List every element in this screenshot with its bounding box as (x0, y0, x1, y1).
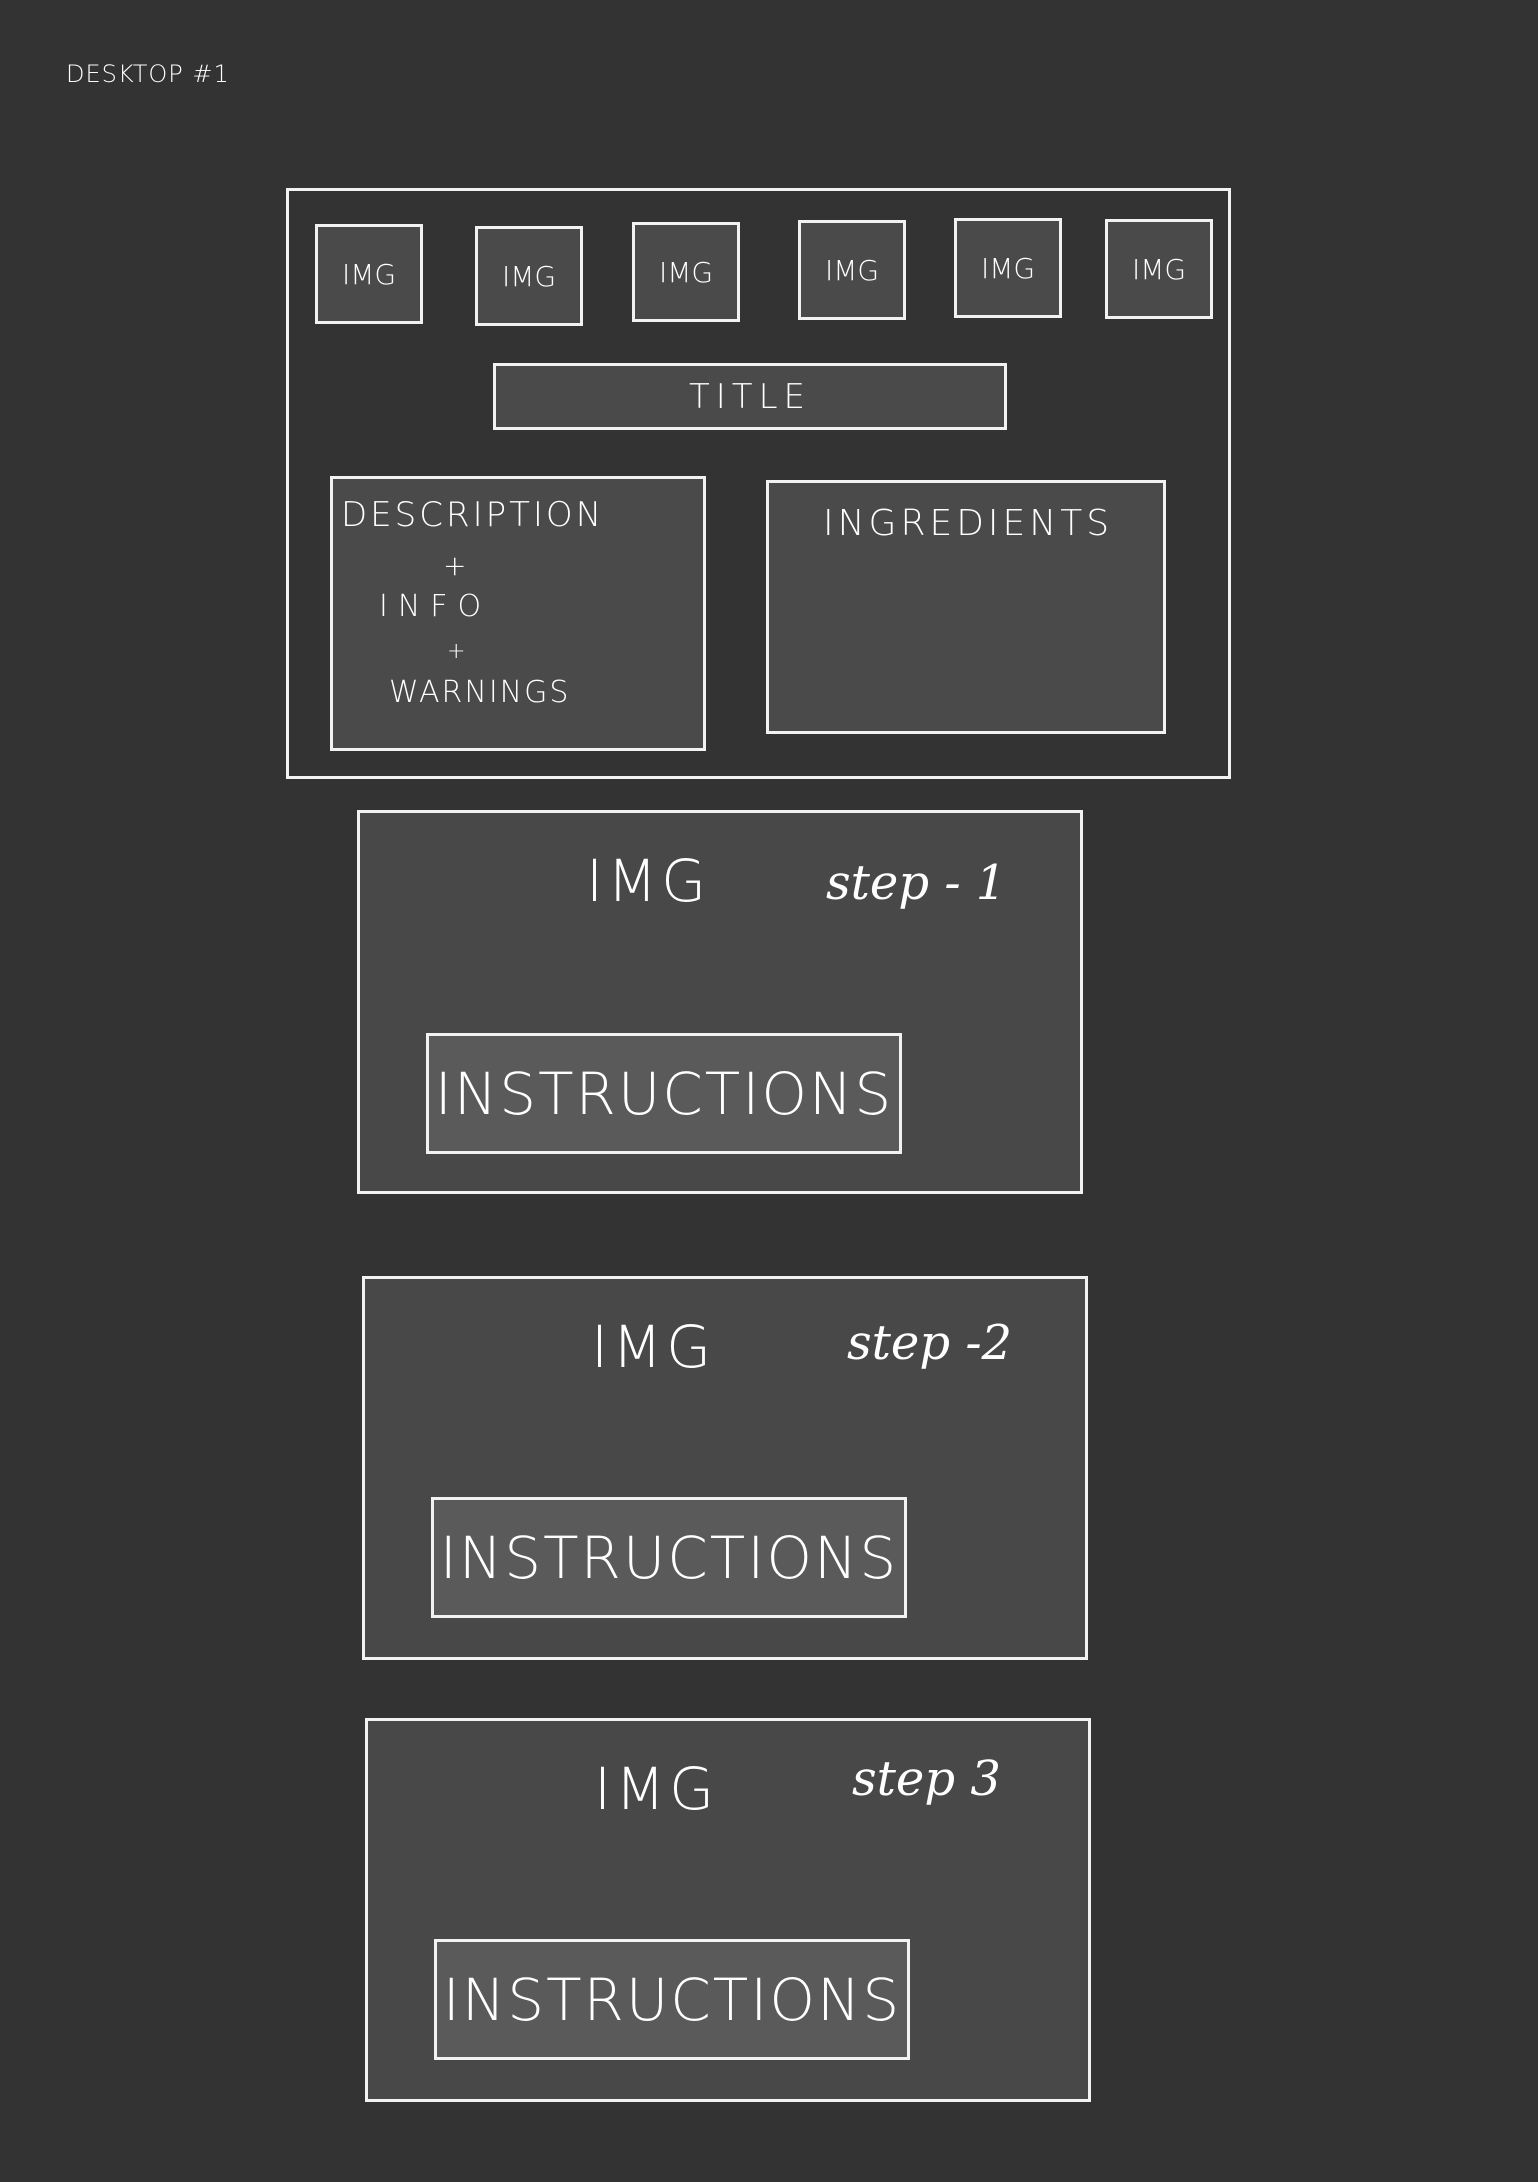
ingredients-panel: INGREDIENTS (766, 480, 1166, 734)
step-card-1: IMG step - 1 INSTRUCTIONS (357, 810, 1083, 1194)
instructions-box: INSTRUCTIONS (426, 1033, 902, 1154)
thumbnail-image-5[interactable]: IMG (954, 218, 1062, 318)
step-label: step - 1 (826, 855, 1007, 911)
recipe-title: TITLE (493, 363, 1007, 430)
plus-separator: + (447, 639, 466, 664)
step-image: IMG (594, 1755, 719, 1823)
ingredients-label: INGREDIENTS (823, 503, 1114, 544)
step-label: step -2 (847, 1315, 1013, 1371)
plus-separator: + (443, 549, 467, 582)
step-label: step 3 (852, 1751, 1001, 1807)
step-card-2: IMG step -2 INSTRUCTIONS (362, 1276, 1088, 1660)
warnings-label: WARNINGS (389, 675, 571, 710)
instructions-box: INSTRUCTIONS (434, 1939, 910, 2060)
thumbnail-image-1[interactable]: IMG (315, 224, 423, 324)
step-image: IMG (586, 847, 711, 915)
thumbnail-image-3[interactable]: IMG (632, 222, 740, 322)
step-card-3: IMG step 3 INSTRUCTIONS (365, 1718, 1091, 2102)
description-panel: DESCRIPTION + INFO + WARNINGS (330, 476, 706, 751)
thumbnail-image-6[interactable]: IMG (1105, 219, 1213, 319)
page-label: DESKTOP #1 (66, 60, 230, 88)
description-label: DESCRIPTION (341, 495, 605, 535)
thumbnail-image-4[interactable]: IMG (798, 220, 906, 320)
step-image: IMG (591, 1313, 716, 1381)
instructions-box: INSTRUCTIONS (431, 1497, 907, 1618)
thumbnail-image-2[interactable]: IMG (475, 226, 583, 326)
info-label: INFO (379, 589, 492, 624)
